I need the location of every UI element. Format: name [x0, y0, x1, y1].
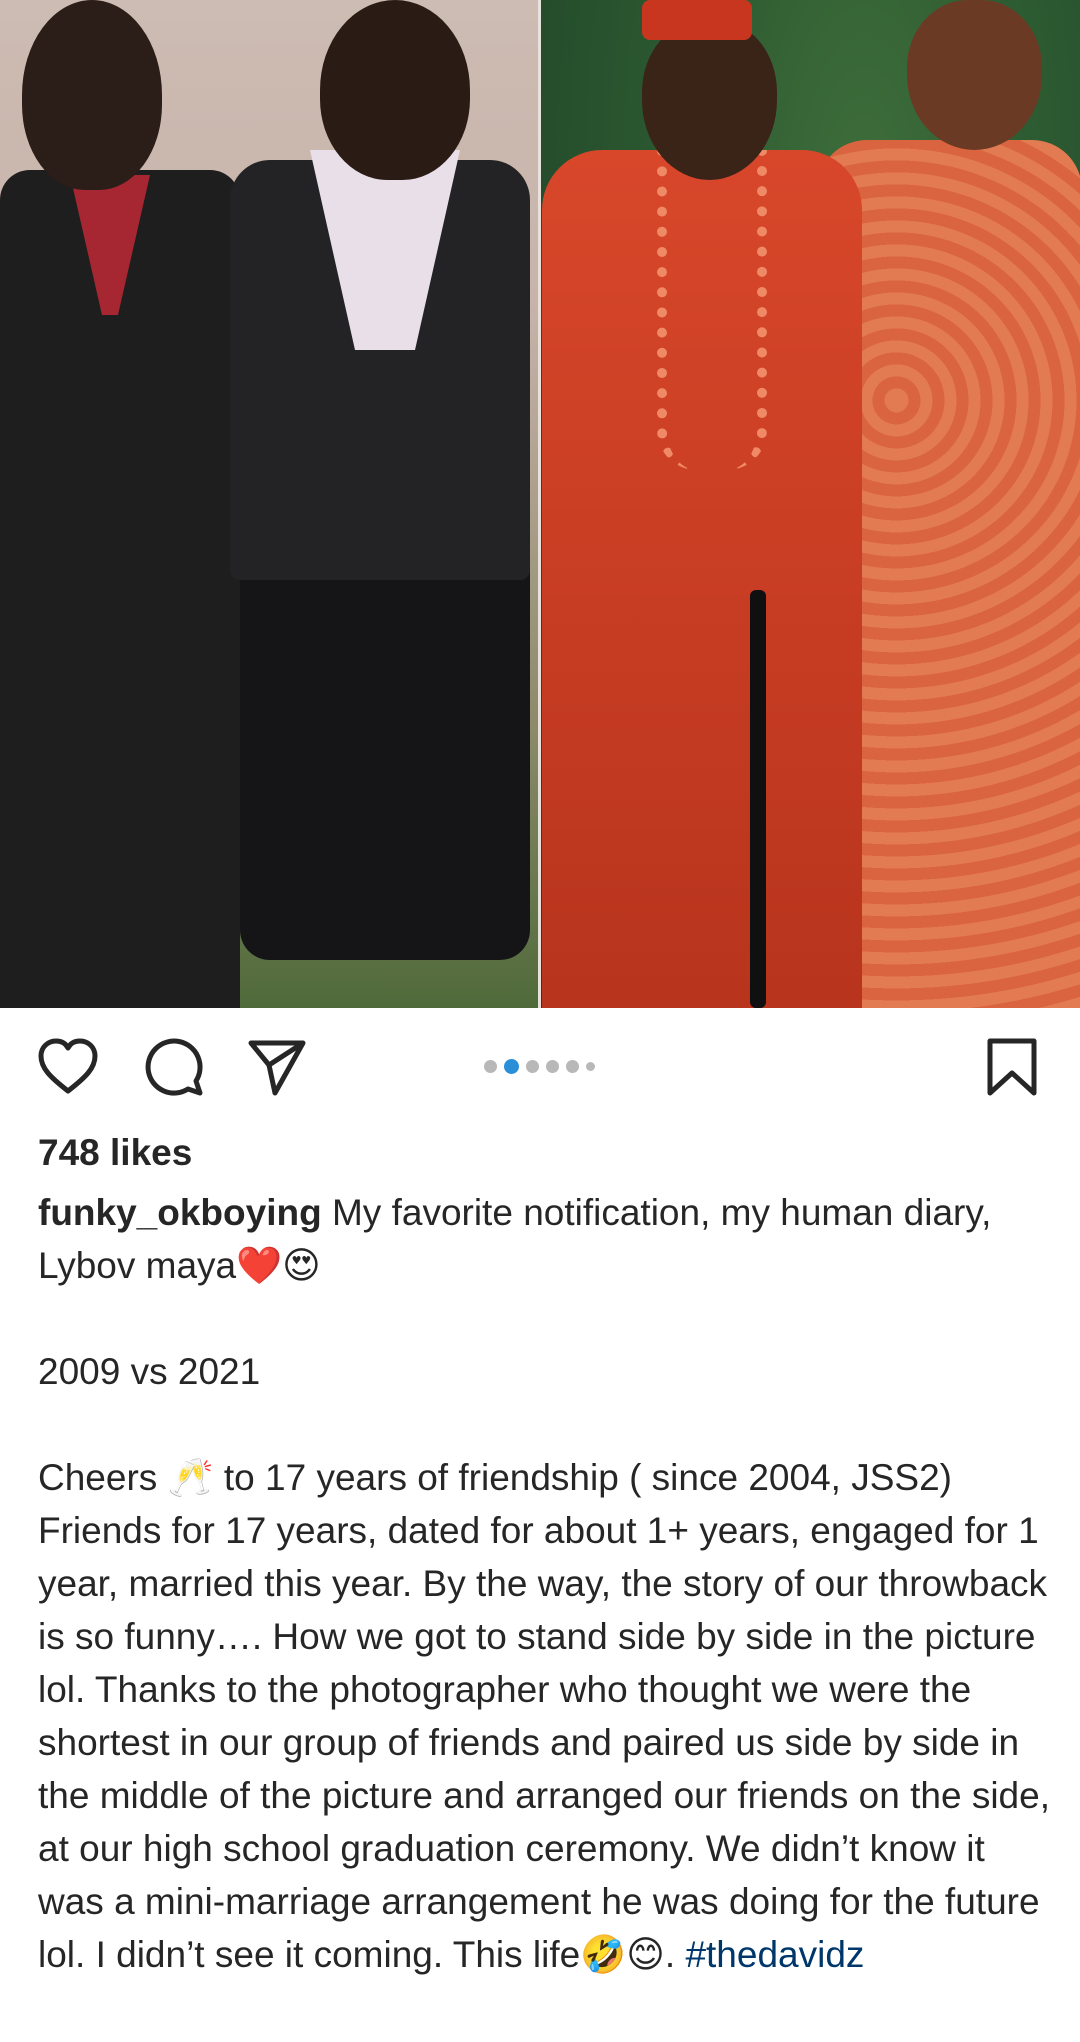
heart-icon[interactable]	[36, 1035, 100, 1099]
hashtag-link[interactable]: #thedavidz	[685, 1934, 864, 1975]
caption-text: My favorite notification, my human diary…	[38, 1192, 1050, 1975]
figure-boy-head	[22, 0, 162, 190]
post-media-carousel[interactable]	[0, 0, 1080, 1008]
carousel-dot	[484, 1059, 497, 1073]
carousel-dot	[586, 1061, 595, 1071]
like-count[interactable]: 748 likes	[38, 1128, 192, 1178]
carousel-indicator	[484, 1058, 595, 1074]
carousel-dot	[504, 1058, 519, 1074]
figure-groom-head	[642, 20, 777, 180]
carousel-dot	[546, 1059, 559, 1073]
bookmark-icon[interactable]	[982, 1035, 1042, 1099]
carousel-dot	[566, 1059, 579, 1073]
photo-2021	[541, 0, 1080, 1008]
comment-icon[interactable]	[142, 1035, 206, 1099]
figure-bride-head	[907, 0, 1042, 150]
figure-girl-skirt	[240, 560, 530, 960]
carousel-dot	[526, 1059, 539, 1073]
post-caption: funky_okboying My favorite notification,…	[38, 1186, 1058, 1981]
share-icon[interactable]	[245, 1035, 309, 1099]
figure-groom-beads	[657, 150, 767, 470]
username-link[interactable]: funky_okboying	[38, 1192, 322, 1233]
figure-groom-cap	[642, 0, 752, 40]
figure-girl-head	[320, 0, 470, 180]
figure-cane	[750, 590, 766, 1008]
photo-2009	[0, 0, 538, 1008]
